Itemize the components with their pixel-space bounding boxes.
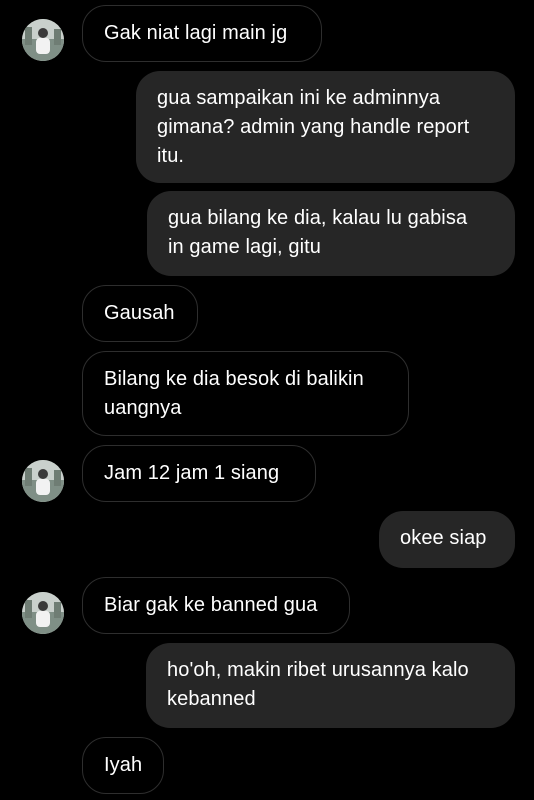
message-bubble-incoming[interactable]: Jam 12 jam 1 siang <box>82 445 316 502</box>
avatar-photo-icon <box>22 592 64 634</box>
message-bubble-incoming[interactable]: Gausah <box>82 285 198 342</box>
message-bubble-outgoing[interactable]: okee siap <box>379 511 515 568</box>
contact-avatar[interactable] <box>22 592 64 634</box>
message-bubble-outgoing[interactable]: gua bilang ke dia, kalau lu gabisa in ga… <box>147 191 515 276</box>
contact-avatar[interactable] <box>22 19 64 61</box>
message-bubble-incoming[interactable]: Biar gak ke banned gua <box>82 577 350 634</box>
message-bubble-incoming[interactable]: Bilang ke dia besok di balikin uangnya <box>82 351 409 436</box>
message-bubble-incoming[interactable]: Iyah <box>82 737 164 794</box>
avatar-photo-icon <box>22 19 64 61</box>
contact-avatar[interactable] <box>22 460 64 502</box>
message-bubble-incoming[interactable]: Gak niat lagi main jg <box>82 5 322 62</box>
message-bubble-outgoing[interactable]: ho'oh, makin ribet urusannya kalo kebann… <box>146 643 515 728</box>
message-thread: Gak niat lagi main jg gua sampaikan ini … <box>0 0 534 800</box>
message-bubble-outgoing[interactable]: gua sampaikan ini ke adminnya gimana? ad… <box>136 71 515 183</box>
avatar-photo-icon <box>22 460 64 502</box>
